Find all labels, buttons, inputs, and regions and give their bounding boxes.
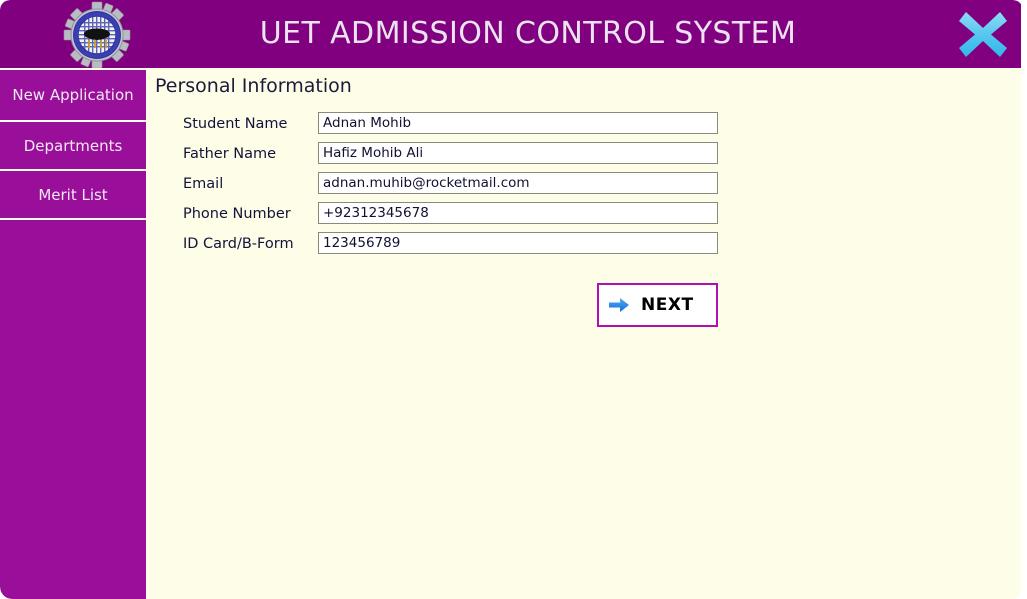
sidebar-navigation: New Application Departments Merit List [0, 68, 146, 599]
sidebar-item-label: Merit List [38, 185, 108, 204]
phone-number-input[interactable] [318, 202, 718, 224]
form-row-student-name: Student Name [146, 112, 766, 142]
application-window: UET ADMISSION CONTROL SYSTEM New Applica… [0, 0, 1023, 599]
next-button[interactable]: NEXT [597, 283, 718, 327]
email-input[interactable] [318, 172, 718, 194]
title-bar: UET ADMISSION CONTROL SYSTEM [0, 0, 1023, 69]
id-card-input[interactable] [318, 232, 718, 254]
student-name-input[interactable] [318, 112, 718, 134]
uet-department-gear-logo [58, 1, 136, 69]
form-row-email: Email [146, 172, 766, 202]
close-button[interactable] [955, 8, 1011, 61]
phone-number-label: Phone Number [183, 206, 291, 222]
form-row-id-card: ID Card/B-Form [146, 232, 766, 262]
email-label: Email [183, 176, 224, 192]
desktop-background-strip [1021, 0, 1027, 599]
sidebar-item-new-application[interactable]: New Application [0, 70, 146, 120]
form-row-father-name: Father Name [146, 142, 766, 172]
father-name-label: Father Name [183, 146, 277, 162]
sidebar-item-label: Departments [23, 136, 123, 155]
student-name-label: Student Name [183, 116, 288, 132]
form-row-phone-number: Phone Number [146, 202, 766, 232]
main-content-panel: Personal Information Student Name Father… [146, 68, 1023, 599]
next-button-label: NEXT [641, 295, 694, 315]
sidebar-item-merit-list[interactable]: Merit List [0, 171, 146, 218]
close-x-icon [959, 12, 1007, 57]
sidebar-item-label: New Application [12, 86, 134, 104]
section-heading: Personal Information [155, 75, 352, 97]
father-name-input[interactable] [318, 142, 718, 164]
page-title: UET ADMISSION CONTROL SYSTEM [259, 16, 797, 51]
sidebar-background-panel [0, 220, 146, 599]
personal-information-form: Student Name Father Name Email Phone Num… [146, 112, 766, 262]
arrow-right-icon [609, 298, 629, 312]
id-card-label: ID Card/B-Form [183, 236, 294, 252]
sidebar-item-departments[interactable]: Departments [0, 122, 146, 169]
